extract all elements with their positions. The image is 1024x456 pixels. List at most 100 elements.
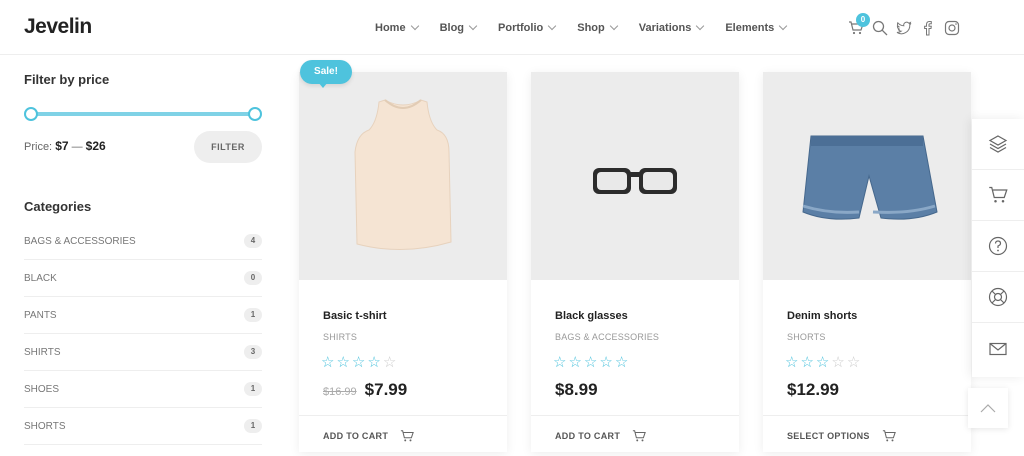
nav-item-variations[interactable]: Variations — [638, 21, 705, 34]
category-item[interactable]: PANTS 1 — [24, 297, 262, 334]
category-name[interactable]: PANTS — [24, 310, 57, 321]
star-icon: ☆ — [599, 354, 613, 371]
cart-icon — [882, 430, 896, 442]
category-item[interactable]: BAGS & ACCESSORIES 4 — [24, 223, 262, 260]
site-logo[interactable]: Jevelin — [24, 15, 92, 39]
nav-item-home[interactable]: Home — [375, 21, 419, 34]
old-price: $16.99 — [323, 386, 357, 398]
product-image[interactable] — [763, 72, 971, 280]
chevron-down-icon — [410, 21, 419, 30]
category-name[interactable]: SHIRTS — [24, 347, 61, 358]
facebook-icon[interactable] — [920, 20, 936, 36]
chevron-up-icon — [980, 404, 996, 413]
chevron-down-icon — [778, 21, 788, 30]
layers-button[interactable] — [972, 119, 1024, 170]
chevron-down-icon — [547, 21, 557, 30]
star-icon: ☆ — [351, 354, 366, 371]
category-name[interactable]: BAGS & ACCESSORIES — [24, 236, 136, 247]
tshirt-image — [354, 99, 452, 250]
nav-label: Shop — [577, 21, 605, 34]
product-name[interactable]: Black glasses — [555, 310, 628, 322]
price-filter-title: Filter by price — [24, 72, 110, 87]
product-image[interactable] — [531, 72, 739, 280]
scroll-to-top-button[interactable] — [968, 388, 1008, 428]
price-max: $26 — [85, 139, 106, 153]
price-label: Price: — [24, 141, 53, 153]
star-icon: ☆ — [583, 354, 598, 371]
nav-item-shop[interactable]: Shop — [577, 21, 618, 34]
search-icon[interactable] — [872, 20, 888, 36]
slider-track — [31, 112, 257, 116]
product-price: $7.99 — [364, 380, 408, 399]
floating-side-panel — [972, 119, 1024, 377]
product-category[interactable]: SHORTS — [787, 332, 826, 342]
star-icon: ☆ — [336, 354, 350, 371]
category-item[interactable]: SHOES 1 — [24, 371, 262, 408]
product-prices: $16.99 $7.99 — [323, 380, 407, 400]
mail-button[interactable] — [972, 323, 1024, 374]
site-header: Jevelin Home Blog Portfolio Shop Variati… — [0, 0, 1024, 55]
cart-icon — [401, 430, 414, 442]
add-to-cart-label: ADD TO CART — [555, 431, 621, 441]
price-range-slider[interactable] — [24, 107, 262, 121]
star-icon: ☆ — [846, 354, 861, 371]
category-count: 1 — [244, 419, 262, 433]
nav-label: Variations — [638, 21, 692, 34]
sale-badge: Sale! — [300, 60, 352, 88]
main-nav: Home Blog Portfolio Shop Variations Elem… — [375, 0, 808, 55]
filter-button[interactable]: FILTER — [194, 131, 262, 163]
cart-icon[interactable]: 0 — [848, 12, 870, 36]
nav-item-blog[interactable]: Blog — [439, 21, 478, 34]
product-category[interactable]: SHIRTS — [323, 332, 357, 342]
nav-label: Blog — [439, 21, 465, 34]
product-card: Basic t-shirt SHIRTS ☆ ☆ ☆ ☆ ☆ $16.99 $7.99 … — [299, 72, 507, 452]
select-options-label: SELECT OPTIONS — [787, 431, 870, 441]
chevron-down-icon — [609, 21, 618, 30]
support-button[interactable] — [972, 272, 1024, 323]
nav-item-elements[interactable]: Elements — [725, 21, 788, 34]
price-range-label: Price: $7 — $26 — [24, 139, 106, 153]
category-list: BAGS & ACCESSORIES 4 BLACK 0 PANTS 1 SHIRTS… — [24, 223, 262, 445]
product-category[interactable]: BAGS & ACCESSORIES — [555, 332, 659, 342]
category-count: 3 — [244, 345, 262, 359]
twitter-icon[interactable] — [896, 20, 912, 36]
nav-label: Portfolio — [498, 21, 544, 34]
category-item[interactable]: BLACK 0 — [24, 260, 262, 297]
star-icon: ☆ — [553, 354, 567, 371]
category-item[interactable]: SHIRTS 3 — [24, 334, 262, 371]
category-name[interactable]: SHOES — [24, 384, 59, 395]
rating-stars: ☆ ☆ ☆ ☆ ☆ — [553, 355, 630, 370]
nav-label: Home — [375, 21, 406, 34]
product-name[interactable]: Basic t-shirt — [323, 310, 387, 322]
category-item[interactable]: SHORTS 1 — [24, 408, 262, 445]
help-button[interactable] — [972, 221, 1024, 272]
product-name[interactable]: Denim shorts — [787, 310, 857, 322]
category-count: 1 — [244, 382, 262, 396]
cart-icon — [633, 430, 646, 442]
product-image[interactable] — [299, 72, 507, 280]
product-price: $12.99 — [787, 380, 839, 399]
help-icon — [988, 236, 1008, 256]
slider-handle-min[interactable] — [24, 107, 38, 121]
nav-label: Elements — [725, 21, 775, 34]
rating-stars: ☆ ☆ ☆ ☆ ☆ — [321, 355, 398, 370]
support-icon — [988, 287, 1008, 307]
category-name[interactable]: BLACK — [24, 273, 57, 284]
star-icon: ☆ — [367, 354, 381, 371]
product-card: Black glasses BAGS & ACCESSORIES ☆ ☆ ☆ ☆ ☆ $… — [531, 72, 739, 452]
star-icon: ☆ — [785, 354, 799, 371]
star-icon: ☆ — [321, 354, 335, 371]
instagram-icon[interactable] — [944, 20, 960, 36]
price-separator: — — [71, 141, 83, 153]
star-icon: ☆ — [382, 354, 397, 371]
star-icon: ☆ — [831, 354, 845, 371]
nav-item-portfolio[interactable]: Portfolio — [498, 21, 557, 34]
category-name[interactable]: SHORTS — [24, 421, 66, 432]
cart-count-badge: 0 — [856, 12, 870, 27]
cart-button[interactable] — [972, 170, 1024, 221]
category-count: 4 — [244, 234, 262, 248]
add-to-cart-label: ADD TO CART — [323, 431, 389, 441]
layers-icon — [988, 135, 1008, 153]
slider-handle-max[interactable] — [248, 107, 262, 121]
chevron-down-icon — [468, 21, 478, 30]
